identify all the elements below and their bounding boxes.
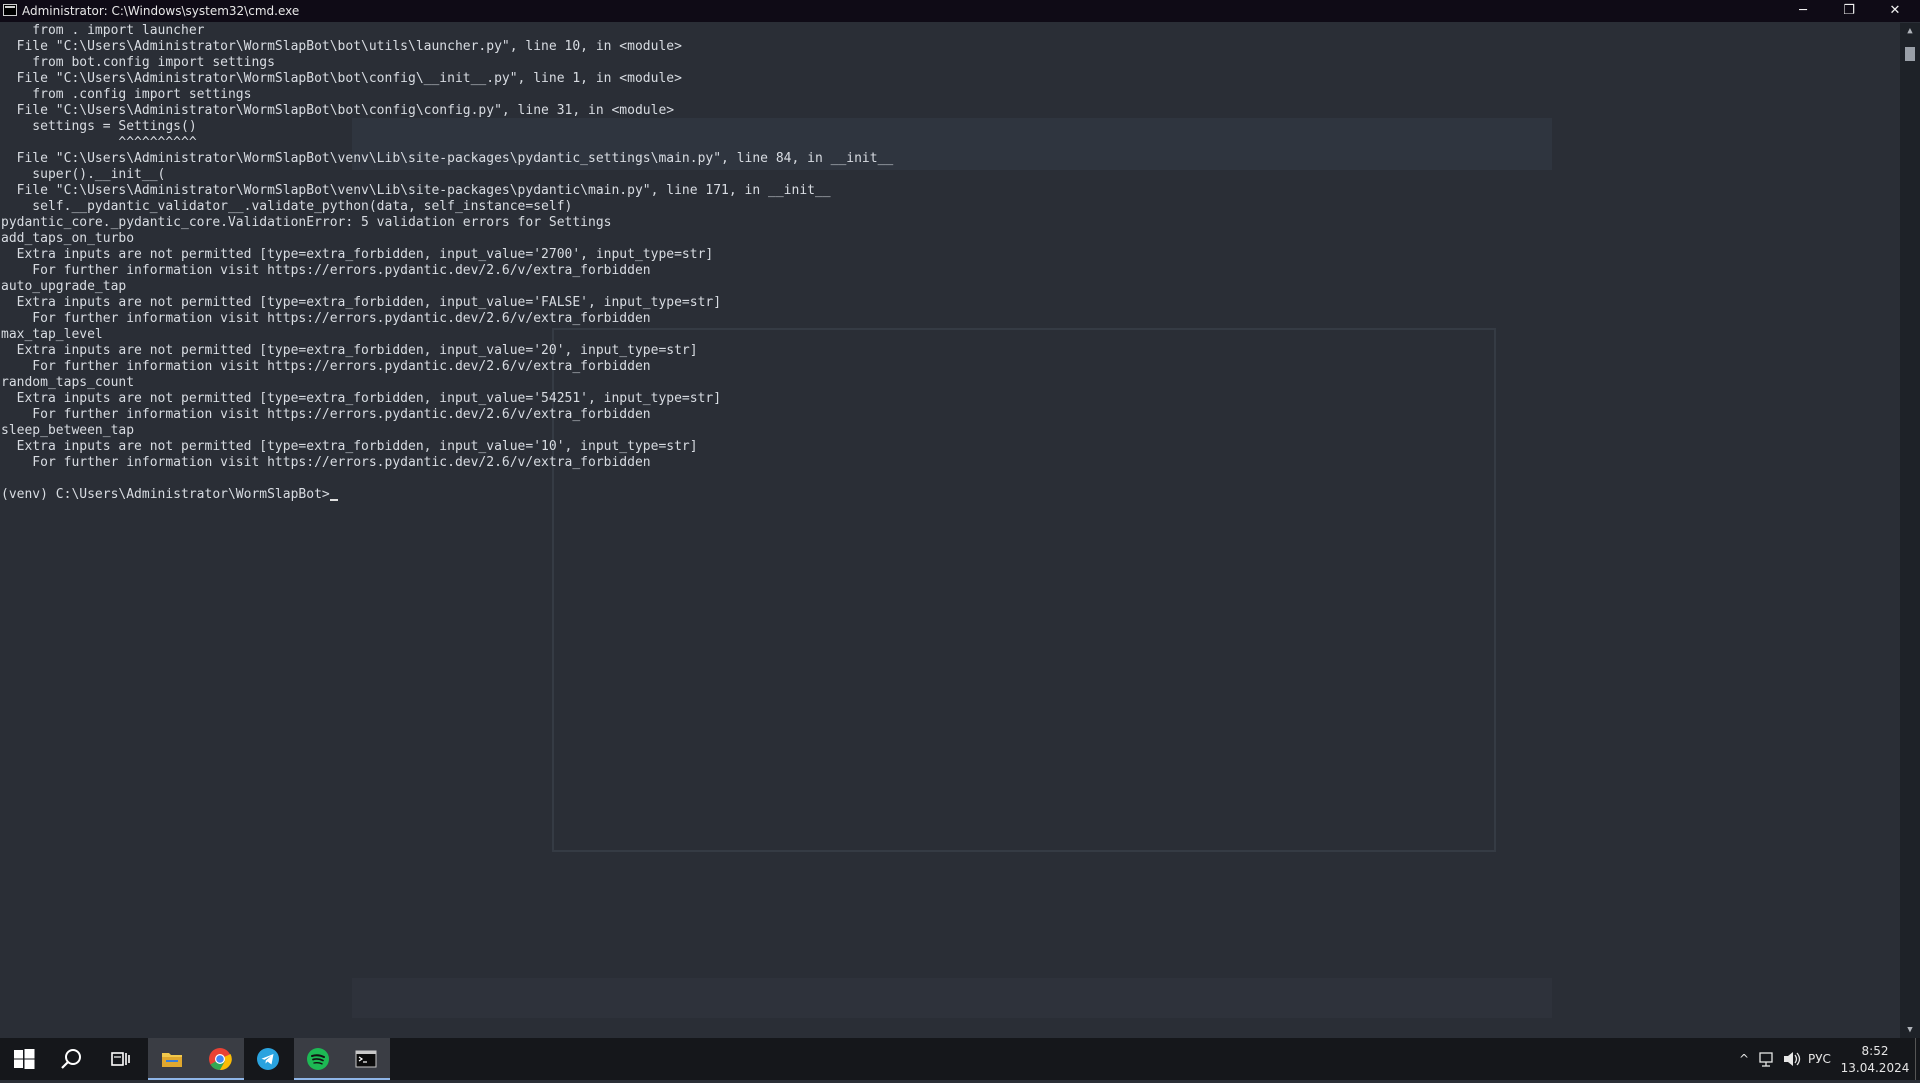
console-line: super().__init__( — [1, 167, 166, 182]
console-line: File "C:\Users\Administrator\WormSlapBot… — [1, 151, 894, 166]
console-line: For further information visit https://er… — [1, 455, 651, 470]
windows-logo-icon — [14, 1049, 35, 1069]
search-button[interactable] — [48, 1038, 96, 1080]
console-line: For further information visit https://er… — [1, 263, 651, 278]
console-line: File "C:\Users\Administrator\WormSlapBot… — [1, 39, 682, 54]
cmd-button[interactable] — [342, 1038, 390, 1080]
console-line: Extra inputs are not permitted [type=ext… — [1, 247, 714, 262]
console-line: pydantic_core._pydantic_core.ValidationE… — [1, 215, 612, 230]
console-line: max_tap_level — [1, 327, 103, 342]
file-explorer-button[interactable] — [148, 1038, 196, 1080]
console-line: File "C:\Users\Administrator\WormSlapBot… — [1, 103, 675, 118]
console-line: from . import launcher — [1, 23, 205, 38]
console-line: settings = Settings() — [1, 119, 197, 134]
console-line: Extra inputs are not permitted [type=ext… — [1, 343, 698, 358]
console-line: self.__pydantic_validator__.validate_pyt… — [1, 199, 573, 214]
console-line: sleep_between_tap — [1, 423, 135, 438]
task-view-button[interactable] — [96, 1038, 144, 1080]
input-language-indicator[interactable]: РУС — [1808, 1038, 1831, 1080]
console-prompt-line[interactable]: (venv) C:\Users\Administrator\WormSlapBo… — [0, 487, 1900, 503]
show-hidden-icons-chevron[interactable]: ^ — [1736, 1038, 1752, 1080]
scrollbar-thumb[interactable] — [1905, 47, 1915, 61]
chrome-button[interactable] — [196, 1038, 244, 1080]
console-line: For further information visit https://er… — [1, 359, 651, 374]
window-title: Administrator: C:\Windows\system32\cmd.e… — [22, 4, 300, 18]
scroll-down-icon[interactable]: ▼ — [1900, 1022, 1920, 1038]
console-title-bar[interactable]: Administrator: C:\Windows\system32\cmd.e… — [0, 0, 1920, 22]
console-line: from .config import settings — [1, 87, 252, 102]
taskbar: ^ РУС 8:52 13.04.2024 — [0, 1038, 1920, 1080]
telegram-icon — [257, 1048, 279, 1070]
console-line: Extra inputs are not permitted [type=ext… — [1, 295, 722, 310]
scroll-up-icon[interactable]: ▲ — [1900, 23, 1920, 39]
network-icon[interactable] — [1758, 1038, 1778, 1080]
console-line: auto_upgrade_tap — [1, 279, 127, 294]
search-icon — [61, 1049, 81, 1069]
console-line: random_taps_count — [1, 375, 135, 390]
clock[interactable]: 8:52 13.04.2024 — [1840, 1038, 1910, 1080]
console-line: add_taps_on_turbo — [1, 231, 135, 246]
chrome-icon — [209, 1048, 232, 1071]
show-desktop-button[interactable] — [1915, 1038, 1920, 1080]
console-line: File "C:\Users\Administrator\WormSlapBot… — [1, 71, 682, 86]
cmd-app-icon[interactable] — [3, 4, 17, 16]
console-line: Extra inputs are not permitted [type=ext… — [1, 391, 722, 406]
volume-icon[interactable] — [1782, 1038, 1802, 1080]
start-button[interactable] — [0, 1038, 48, 1080]
task-view-icon — [111, 1052, 130, 1066]
clock-date: 13.04.2024 — [1840, 1061, 1910, 1075]
folder-icon — [162, 1053, 182, 1067]
text-cursor — [329, 499, 338, 501]
terminal-icon — [355, 1050, 377, 1068]
restore-button[interactable]: ❐ — [1826, 0, 1872, 22]
close-button[interactable]: ✕ — [1872, 0, 1918, 22]
console-line: ^^^^^^^^^^ — [1, 135, 197, 150]
console-line: File "C:\Users\Administrator\WormSlapBot… — [1, 183, 831, 198]
minimize-button[interactable]: ─ — [1780, 0, 1826, 22]
console-output[interactable]: from . import launcher File "C:\Users\Ad… — [0, 23, 1900, 1038]
vertical-scrollbar[interactable]: ▲ ▼ — [1900, 23, 1920, 1038]
console-line: For further information visit https://er… — [1, 407, 651, 422]
console-line: from bot.config import settings — [1, 55, 275, 70]
spotify-icon — [307, 1048, 329, 1070]
console-line: Extra inputs are not permitted [type=ext… — [1, 439, 698, 454]
console-line: For further information visit https://er… — [1, 311, 651, 326]
spotify-button[interactable] — [294, 1038, 342, 1080]
clock-time: 8:52 — [1861, 1044, 1889, 1058]
telegram-button[interactable] — [244, 1038, 292, 1080]
console-prompt: (venv) C:\Users\Administrator\WormSlapBo… — [1, 487, 330, 502]
